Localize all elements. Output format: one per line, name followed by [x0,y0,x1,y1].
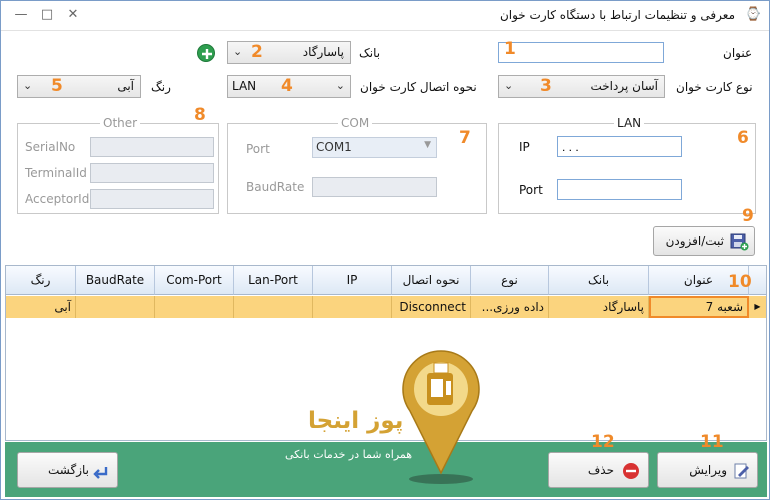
table-cell[interactable] [313,296,392,318]
acceptor-input [90,189,214,209]
close-icon[interactable]: ✕ [63,5,83,25]
terminal-input [90,163,214,183]
minimize-icon[interactable]: — [11,5,31,25]
back-arrow-icon [93,467,108,479]
annotation-5: 5 [51,76,63,96]
annotation-9: 9 [742,206,754,226]
table-cell[interactable]: پاسارگاد [549,296,649,318]
bank-select-value: پاسارگاد [302,45,344,59]
column-header[interactable]: نحوه اتصال [392,266,471,295]
maximize-icon[interactable]: □ [37,5,57,25]
bank-label: بانک [359,46,381,60]
chevron-down-icon: ⌄ [233,45,243,58]
title-input[interactable] [498,42,664,63]
table-cell[interactable] [234,296,313,318]
table-cell[interactable] [155,296,234,318]
annotation-11: 11 [700,432,724,452]
annotation-8: 8 [194,105,206,125]
com-port-select: COM1 ▼ [312,137,437,158]
chevron-down-icon: ⌄ [335,79,345,92]
main-window: ⌚ معرفی و تنظیمات ارتباط با دستگاه کارت … [0,0,770,500]
column-header[interactable]: IP [313,266,392,295]
table-cell[interactable]: شعبه 7 [649,296,749,318]
connection-label: نحوه اتصال کارت خوان [360,80,477,94]
baudrate-label: BaudRate [246,180,305,194]
app-icon: ⌚ [745,7,762,22]
table-cell[interactable]: آبی [6,296,76,318]
annotation-12: 12 [591,432,615,452]
annotation-7: 7 [459,128,471,148]
terminal-label: TerminalId [25,166,87,180]
color-select-value: آبی [117,79,134,93]
com-group-title: COM [338,116,373,130]
edit-button[interactable]: ویرایش [657,452,758,488]
acceptor-label: AcceptorId [25,192,90,206]
back-button-label: بازگشت [48,463,89,477]
bank-select[interactable]: پاسارگاد ⌄ [227,41,351,64]
edit-icon [734,463,749,479]
caret-down-icon: ▼ [424,140,431,150]
save-button-label: ثبت/افزودن [665,234,724,248]
annotation-4: 4 [281,76,293,96]
lan-port-input[interactable] [557,179,682,200]
column-header[interactable]: بانک [549,266,649,295]
delete-button[interactable]: حذف [548,452,649,488]
column-header[interactable]: Com-Port [155,266,234,295]
ip-input[interactable] [557,136,682,157]
edit-button-label: ویرایش [689,463,727,477]
other-group-title: Other [100,116,141,130]
row-selector-arrow-icon[interactable]: ▶ [749,296,766,318]
serial-input [90,137,214,157]
annotation-3: 3 [540,76,552,96]
column-header[interactable]: نوع [471,266,549,295]
annotation-2: 2 [251,42,263,62]
color-label: رنگ [151,80,171,94]
title-label: عنوان [723,46,753,60]
add-bank-button[interactable] [197,44,215,62]
table-cell[interactable] [76,296,155,318]
delete-button-label: حذف [587,463,614,477]
com-port-label: Port [246,142,270,156]
serial-label: SerialNo [25,140,76,154]
pin-logo-icon [402,350,480,484]
plus-icon [202,49,212,59]
minus-circle-icon [623,463,639,479]
annotation-10: 10 [728,272,752,292]
ip-label: IP [519,140,530,154]
chevron-down-icon: ⌄ [504,79,514,92]
com-port-select-value: COM1 [316,140,352,154]
watermark-tagline: همراه شما در خدمات بانکی [285,448,413,461]
card-type-label: نوع کارت خوان [676,80,753,94]
table-cell[interactable]: Disconnect [392,296,471,318]
color-select[interactable]: آبی ⌄ [17,75,141,98]
table-cell[interactable]: داده ورزی... [471,296,549,318]
title-bar: ⌚ معرفی و تنظیمات ارتباط با دستگاه کارت … [1,1,769,31]
connection-select-value: LAN [232,79,257,93]
save-add-icon [730,233,749,251]
column-header[interactable]: BaudRate [76,266,155,295]
back-button[interactable]: بازگشت [17,452,118,488]
save-button[interactable]: ثبت/افزودن [653,226,755,256]
card-type-select-value: آسان پرداخت [590,79,658,93]
baudrate-input [312,177,437,197]
annotation-1: 1 [504,39,516,59]
column-header[interactable]: رنگ [6,266,76,295]
window-title: معرفی و تنظیمات ارتباط با دستگاه کارت خو… [499,8,735,22]
lan-port-label: Port [519,183,543,197]
lan-group-title: LAN [614,116,645,130]
card-type-select[interactable]: آسان پرداخت ⌄ [498,75,665,98]
chevron-down-icon: ⌄ [23,79,33,92]
column-header[interactable]: Lan-Port [234,266,313,295]
watermark-brand: پوز اینجا [308,408,404,434]
annotation-6: 6 [737,128,749,148]
